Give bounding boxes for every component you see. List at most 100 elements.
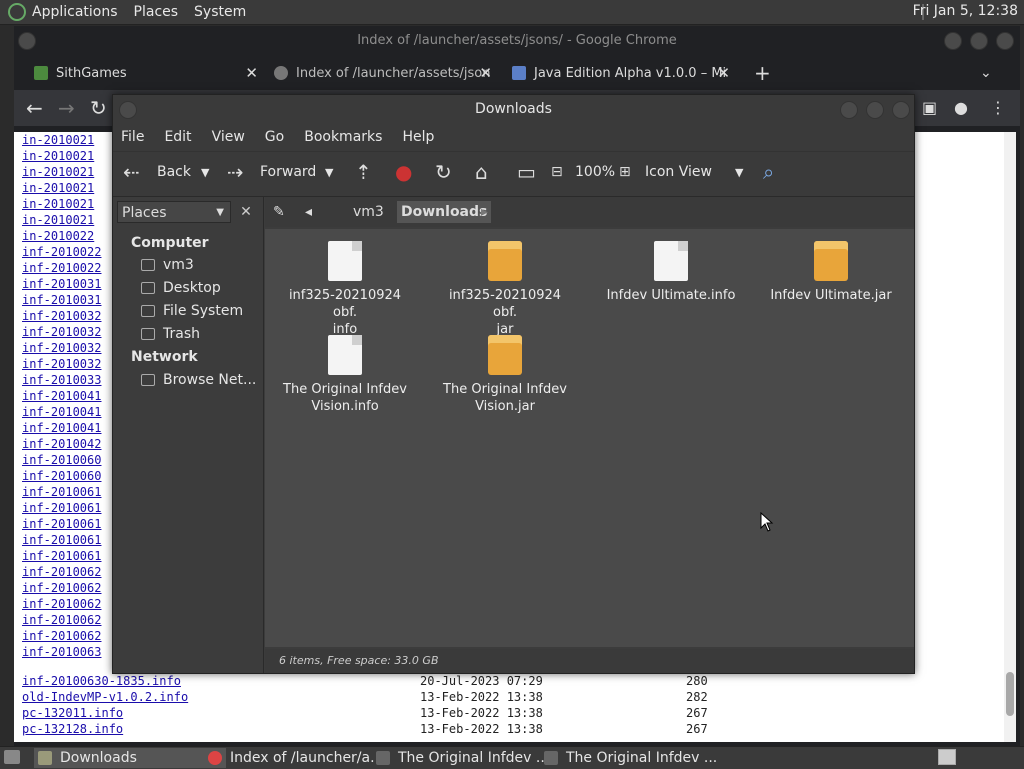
stop-icon[interactable]: ● (395, 160, 412, 184)
up-icon[interactable]: ⇡ (355, 160, 372, 184)
forward-arrow-icon[interactable]: → (58, 96, 75, 120)
file-link[interactable]: inf-2010062 (22, 565, 101, 579)
taskbar-item-infdev-1[interactable]: The Original Infdev ... (372, 748, 564, 768)
file-link[interactable]: inf-2010041 (22, 421, 101, 435)
close-button[interactable] (996, 32, 1014, 50)
chrome-menu-button[interactable] (18, 32, 36, 50)
zoom-in-icon[interactable]: ⊞ (619, 164, 631, 180)
search-icon[interactable]: ⌕ (763, 160, 774, 184)
file-link[interactable]: inf-2010061 (22, 501, 101, 515)
profile-icon[interactable]: ● (954, 98, 968, 117)
taskbar-item-infdev-2[interactable]: The Original Infdev ... (540, 748, 732, 768)
file-link[interactable]: inf-2010032 (22, 341, 101, 355)
forward-history-chevron-icon[interactable]: ▼ (325, 166, 333, 179)
file-link[interactable]: inf-2010062 (22, 581, 101, 595)
file-link[interactable]: inf-2010063 (22, 645, 101, 659)
file-link[interactable]: inf-2010022 (22, 245, 101, 259)
file-link[interactable]: inf-2010041 (22, 389, 101, 403)
forward-button[interactable]: Forward (260, 164, 316, 180)
maximize-button[interactable] (970, 32, 988, 50)
file-item[interactable]: The Original Infdev Vision.jar (435, 335, 575, 415)
file-link[interactable]: pc-132128.info (22, 722, 123, 736)
sidebar-item-vm3[interactable]: vm3 (141, 257, 194, 273)
file-link[interactable]: in-2010021 (22, 213, 94, 227)
side-panel-icon[interactable]: ▣ (922, 98, 937, 117)
path-right-arrow-icon[interactable]: ▸ (481, 201, 488, 223)
taskbar-item-downloads[interactable]: Downloads (34, 748, 226, 768)
back-arrow-icon[interactable]: ← (26, 96, 43, 120)
file-item[interactable]: Infdev Ultimate.info (601, 241, 741, 304)
menu-file[interactable]: File (121, 129, 144, 145)
file-link[interactable]: inf-2010031 (22, 293, 101, 307)
back-icon[interactable]: ⇠ (123, 160, 140, 184)
file-link[interactable]: inf-2010062 (22, 629, 101, 643)
forward-icon[interactable]: ⇢ (227, 160, 244, 184)
path-left-arrow-icon[interactable]: ◂ (305, 201, 312, 223)
sidebar-item-filesystem[interactable]: File System (141, 303, 243, 319)
kebab-menu-icon[interactable]: ⋮ (990, 98, 1006, 117)
file-link[interactable]: inf-2010022 (22, 261, 101, 275)
menu-view[interactable]: View (212, 129, 245, 145)
file-link[interactable]: inf-2010061 (22, 517, 101, 531)
file-link[interactable]: inf-2010032 (22, 357, 101, 371)
file-link[interactable]: old-IndevMP-v1.0.2.info (22, 690, 188, 704)
sidebar-item-browse-network[interactable]: Browse Net... (141, 372, 256, 388)
file-link[interactable]: inf-2010060 (22, 453, 101, 467)
minimize-button[interactable] (944, 32, 962, 50)
view-mode-chevron-icon[interactable]: ▼ (735, 166, 743, 179)
menu-go[interactable]: Go (265, 129, 284, 145)
file-link[interactable]: in-2010021 (22, 197, 94, 211)
page-scrollbar[interactable] (1004, 132, 1016, 742)
edit-location-icon[interactable]: ✎ (273, 201, 285, 223)
scrollbar-thumb[interactable] (1006, 672, 1014, 716)
zoom-out-icon[interactable]: ⊟ (551, 164, 563, 180)
reload-icon[interactable]: ↻ (90, 96, 107, 120)
file-link[interactable]: inf-2010060 (22, 469, 101, 483)
file-link[interactable]: in-2010022 (22, 229, 94, 243)
applications-menu[interactable]: Applications (32, 4, 118, 20)
file-link[interactable]: inf-2010061 (22, 549, 101, 563)
close-button[interactable] (892, 101, 910, 119)
file-link[interactable]: inf-2010061 (22, 533, 101, 547)
file-link[interactable]: inf-2010033 (22, 373, 101, 387)
file-link[interactable]: inf-2010031 (22, 277, 101, 291)
places-menu[interactable]: Places (134, 4, 179, 20)
sidebar-item-desktop[interactable]: Desktop (141, 280, 221, 296)
file-link[interactable]: in-2010021 (22, 165, 94, 179)
fm-menu-button[interactable] (119, 101, 137, 119)
file-item[interactable]: Infdev Ultimate.jar (761, 241, 901, 304)
tab-search-chevron-icon[interactable]: ⌄ (980, 58, 992, 88)
view-mode-select[interactable]: Icon View (645, 164, 712, 180)
home-icon[interactable]: ⌂ (475, 160, 488, 184)
menu-bookmarks[interactable]: Bookmarks (304, 129, 382, 145)
maximize-button[interactable] (866, 101, 884, 119)
taskbar-item-chrome[interactable]: Index of /launcher/a... (204, 748, 396, 768)
menu-help[interactable]: Help (402, 129, 434, 145)
system-menu[interactable]: System (194, 4, 246, 20)
tab-java-edition[interactable]: Java Edition Alpha v1.0.0 – Mi ✕ (512, 58, 730, 88)
new-tab-button[interactable]: + (754, 58, 771, 88)
back-history-chevron-icon[interactable]: ▼ (201, 166, 209, 179)
sidebar-item-trash[interactable]: Trash (141, 326, 200, 342)
file-item[interactable]: The Original Infdev Vision.info (275, 335, 415, 415)
file-item[interactable]: inf325-20210924 obf. jar (435, 241, 575, 338)
sidebar-mode-select[interactable]: Places ▼ (117, 201, 231, 223)
file-link[interactable]: inf-2010041 (22, 405, 101, 419)
file-link[interactable]: inf-2010032 (22, 325, 101, 339)
close-icon[interactable]: ✕ (717, 64, 730, 82)
file-link[interactable]: inf-2010062 (22, 613, 101, 627)
menu-edit[interactable]: Edit (164, 129, 191, 145)
file-link[interactable]: in-2010021 (22, 133, 94, 147)
distro-logo-icon[interactable] (8, 3, 26, 21)
show-desktop-icon[interactable] (4, 750, 20, 764)
minimize-button[interactable] (840, 101, 858, 119)
file-item[interactable]: inf325-20210924 obf. info (275, 241, 415, 338)
breadcrumb-vm3[interactable]: vm3 (333, 201, 384, 223)
reload-icon[interactable]: ↻ (435, 160, 452, 184)
workspace-switcher[interactable] (938, 749, 956, 765)
close-icon[interactable]: ✕ (479, 64, 492, 82)
tab-index[interactable]: Index of /launcher/assets/json ✕ (274, 58, 492, 88)
clock[interactable]: Fri Jan 5, 12:38 (913, 3, 1018, 19)
computer-icon[interactable]: ▭ (517, 160, 536, 184)
close-sidebar-icon[interactable]: ✕ (235, 201, 257, 223)
